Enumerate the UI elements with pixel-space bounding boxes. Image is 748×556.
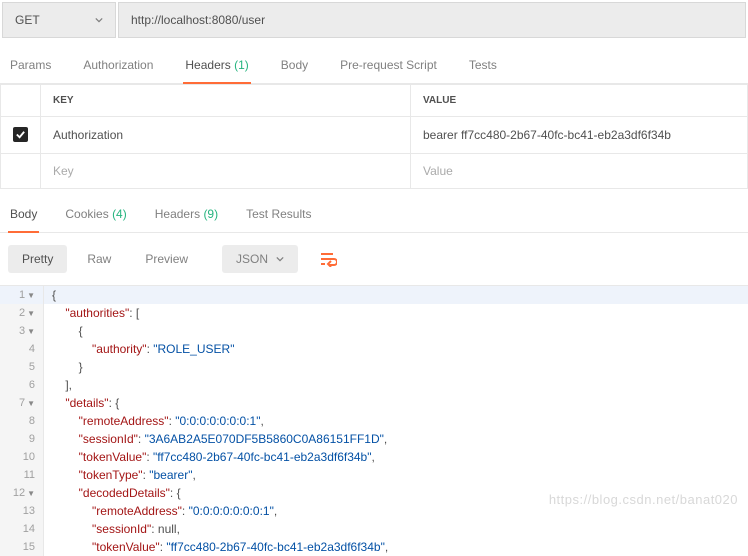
- tab-tests[interactable]: Tests: [467, 58, 499, 83]
- header-value-cell[interactable]: bearer ff7cc480-2b67-40fc-bc41-eb2a3df6f…: [411, 117, 748, 154]
- pretty-button[interactable]: Pretty: [8, 245, 67, 273]
- watermark: https://blog.csdn.net/banat020: [549, 492, 738, 507]
- restab-headers[interactable]: Headers (9): [153, 207, 220, 232]
- tab-authorization[interactable]: Authorization: [81, 58, 155, 83]
- request-tabs: Params Authorization Headers (1) Body Pr…: [0, 40, 748, 84]
- wrap-lines-button[interactable]: [314, 245, 342, 273]
- check-icon: [15, 129, 26, 140]
- wrap-icon: [319, 251, 337, 267]
- tab-params[interactable]: Params: [8, 58, 53, 83]
- key-header: KEY: [41, 85, 411, 117]
- restab-body[interactable]: Body: [8, 207, 39, 233]
- method-select[interactable]: GET: [2, 2, 116, 38]
- response-toolbar: Pretty Raw Preview JSON: [0, 233, 748, 285]
- chevron-down-icon: [95, 16, 103, 24]
- table-row[interactable]: Authorization bearer ff7cc480-2b67-40fc-…: [1, 117, 748, 154]
- response-editor[interactable]: 1▼{ 2▼ "authorities": [ 3▼ { 4 "authorit…: [0, 285, 748, 556]
- table-row-empty[interactable]: Key Value: [1, 154, 748, 189]
- value-placeholder[interactable]: Value: [411, 154, 748, 189]
- header-key-cell[interactable]: Authorization: [41, 117, 411, 154]
- tab-prerequest[interactable]: Pre-request Script: [338, 58, 439, 83]
- url-input[interactable]: [118, 2, 746, 38]
- response-tabs: Body Cookies (4) Headers (9) Test Result…: [0, 193, 748, 233]
- preview-button[interactable]: Preview: [131, 245, 202, 273]
- key-placeholder[interactable]: Key: [41, 154, 411, 189]
- raw-button[interactable]: Raw: [73, 245, 125, 273]
- method-label: GET: [15, 13, 40, 27]
- value-header: VALUE: [411, 85, 748, 117]
- restab-testresults[interactable]: Test Results: [244, 207, 313, 232]
- tab-body[interactable]: Body: [279, 58, 310, 83]
- chevron-down-icon: [276, 255, 284, 263]
- row-checkbox[interactable]: [13, 127, 28, 142]
- format-select[interactable]: JSON: [222, 245, 298, 273]
- tab-headers[interactable]: Headers (1): [183, 58, 250, 84]
- code-val: "ROLE_USER": [153, 342, 234, 356]
- headers-table: KEY VALUE Authorization bearer ff7cc480-…: [0, 84, 748, 189]
- restab-cookies[interactable]: Cookies (4): [63, 207, 128, 232]
